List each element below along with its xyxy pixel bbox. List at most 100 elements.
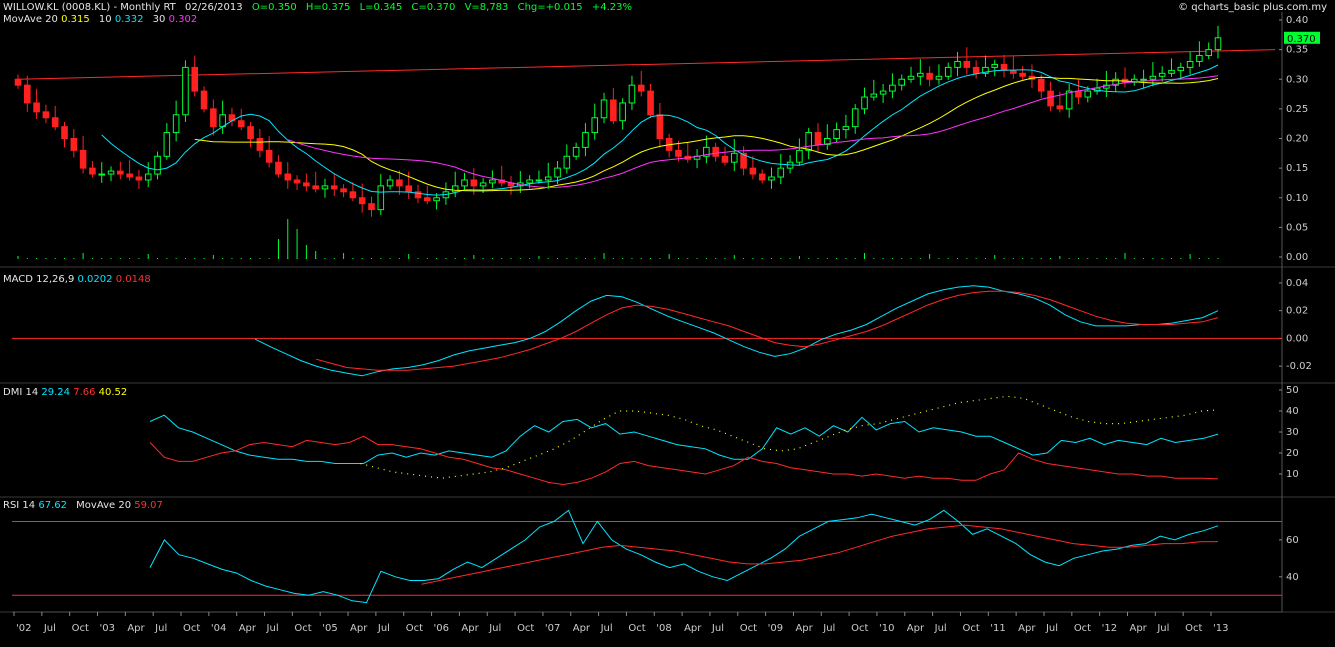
x-tick-label: Jul [1156, 623, 1169, 634]
candle-body [972, 66, 980, 74]
candle-body [1056, 105, 1064, 110]
x-tick-label: Oct [406, 623, 423, 634]
last-price-tag-text: 0.370 [1287, 34, 1316, 45]
candle-body [796, 149, 803, 163]
candle-body [340, 188, 347, 193]
candle-body [284, 173, 292, 181]
x-tick-label: Jul [43, 623, 56, 634]
rsi-series-rsi [149, 509, 1219, 604]
candle-body [256, 138, 264, 151]
candle-body [544, 176, 552, 181]
candle-body [1168, 69, 1175, 74]
x-tick-label: '02 [16, 623, 31, 634]
candle-body [1196, 55, 1203, 62]
x-tick-label: Jul [1045, 623, 1058, 634]
x-tick-label: '11 [990, 623, 1005, 634]
x-tick-label: '12 [1102, 623, 1117, 634]
x-tick-label: '03 [100, 623, 115, 634]
x-tick-label: Oct [1074, 623, 1091, 634]
candle-body [210, 108, 217, 128]
candle-body [1000, 63, 1008, 71]
candle-body [1205, 49, 1212, 57]
candle-body [33, 102, 40, 113]
candle-body [768, 176, 775, 181]
x-tick-label: Apr [239, 623, 257, 634]
x-tick-label: Apr [350, 623, 368, 634]
candle-body [368, 203, 375, 211]
candle-body [14, 78, 22, 86]
x-tick-label: Jul [377, 623, 390, 634]
candle-body [1149, 75, 1157, 80]
candle-body [1047, 90, 1054, 107]
candle-body [61, 126, 68, 140]
candle-body [330, 185, 338, 190]
candle-body [963, 60, 971, 68]
candle-body [200, 90, 208, 110]
candle-body [377, 185, 385, 211]
candle-body [926, 72, 933, 80]
x-tick-label: Jul [600, 623, 613, 634]
x-tick-label: Jul [711, 623, 724, 634]
price-ytick-label: 0.30 [1286, 74, 1308, 85]
x-tick-label: Jul [934, 623, 947, 634]
candle-body [358, 197, 366, 205]
candle-body [98, 173, 106, 176]
x-tick-label: Oct [628, 623, 645, 634]
candle-body [675, 149, 682, 157]
x-tick-label: '09 [768, 623, 783, 634]
x-tick-label: Jul [488, 623, 501, 634]
x-tick-label: Oct [294, 623, 311, 634]
x-tick-label: Oct [962, 623, 979, 634]
candle-body [470, 179, 478, 187]
price-ytick-label: 0.35 [1286, 45, 1308, 56]
x-tick-label: Apr [1129, 623, 1147, 634]
candle-body [647, 90, 654, 116]
candle-body [749, 167, 757, 175]
candle-body [1019, 72, 1026, 77]
candle-body [1186, 60, 1194, 68]
macd-series-macd [254, 285, 1219, 377]
candle-body [144, 173, 152, 181]
candle-body [1177, 66, 1185, 71]
candle-body [563, 155, 571, 169]
x-tick-label: Oct [183, 623, 200, 634]
candle-body [24, 84, 31, 104]
candle-body [535, 179, 543, 182]
candle-body [182, 66, 189, 116]
x-tick-label: Apr [127, 623, 145, 634]
price-ytick-label: 0.40 [1286, 15, 1308, 26]
candle-body [247, 126, 254, 140]
candle-body [591, 117, 599, 134]
candle-body [721, 155, 729, 163]
candle-body [265, 149, 273, 163]
candle-body [610, 99, 617, 122]
candle-body [554, 167, 561, 178]
candle-body [991, 63, 999, 68]
x-tick-label: '05 [322, 623, 337, 634]
candle-body [861, 96, 868, 110]
x-tick-label: Oct [740, 623, 757, 634]
x-tick-label: '04 [211, 623, 226, 634]
candle-body [89, 167, 96, 175]
candle-body [628, 84, 636, 104]
candle-body [303, 182, 310, 187]
candle-body [917, 72, 924, 77]
candle-body [79, 149, 87, 169]
stock-chart: 0.40 0.35 0.30 0.25 0.20 0.15 0.10 0.05 0.00 0.37… [0, 12, 1335, 634]
candle-body [944, 66, 952, 77]
candle-body [312, 185, 319, 190]
rsi-series-movave-20 [421, 524, 1219, 585]
price-ytick-label: 0.00 [1286, 252, 1308, 263]
dmi-series-adx [360, 395, 1219, 479]
candle-body [154, 155, 161, 175]
candle-body [489, 179, 496, 184]
candle-body [879, 90, 887, 95]
dmi-series-plusdi [149, 414, 1219, 464]
candle-body [1084, 90, 1092, 98]
candle-body [712, 146, 719, 157]
candle-body [405, 185, 412, 193]
candle-body [637, 84, 645, 92]
candle-body [814, 132, 822, 145]
x-tick-label: Apr [573, 623, 591, 634]
rsi-ytick-label: 60 [1286, 535, 1299, 546]
